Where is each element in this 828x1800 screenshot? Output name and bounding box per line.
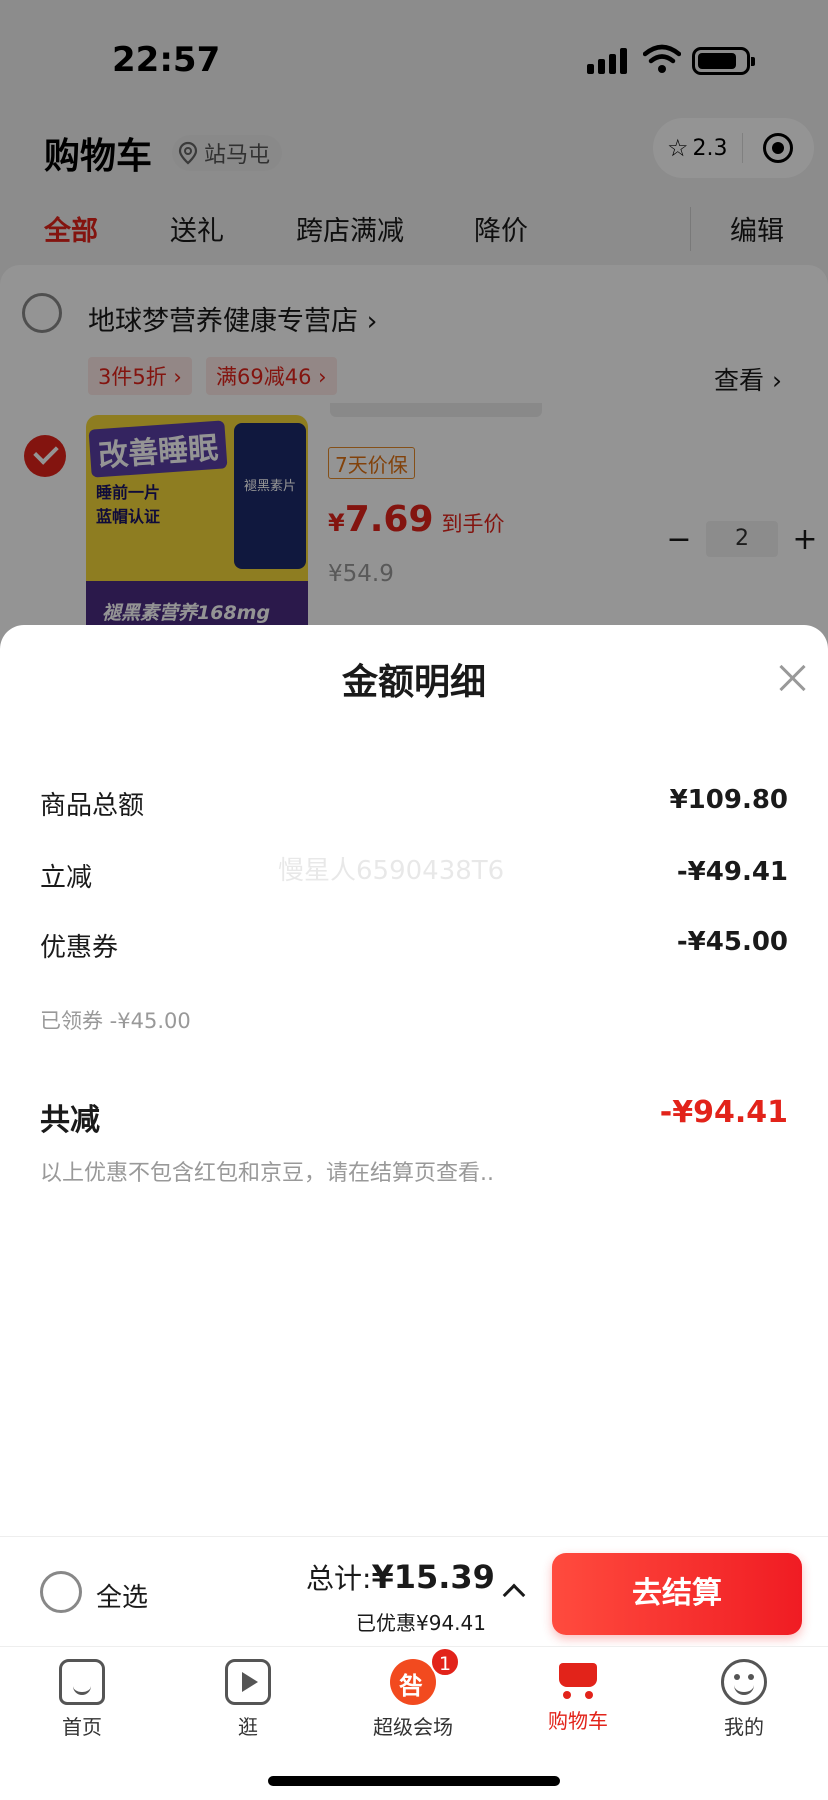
tabbar-item-cart[interactable]: 购物车 [518,1659,638,1734]
sheet-title: 金额明细 [341,662,486,703]
disclaimer-text: 以上优惠不包含红包和京豆，请在结算页查看.. [40,1161,494,1186]
total-price: 总计: ¥15.39 [306,1557,495,1597]
tabbar-label: 超级会场 [373,1715,453,1739]
close-icon[interactable] [776,661,810,695]
total-discount-label: 共减 [40,1103,100,1138]
super-venue-icon [390,1659,436,1705]
coupon-value: -¥45.00 [676,927,788,957]
video-icon [225,1659,271,1705]
instant-discount-value: -¥49.41 [676,857,788,887]
tabbar-item-me[interactable]: 我的 [684,1659,804,1740]
chevron-up-icon[interactable] [502,1583,526,1607]
instant-discount-label: 立减 [40,863,93,893]
saved-amount: 已优惠¥94.41 [356,1611,486,1635]
home-indicator [268,1776,560,1786]
select-all-label[interactable]: 全选 [96,1577,148,1614]
tabbar-label: 购物车 [548,1709,608,1733]
coupon-label: 优惠券 [40,933,119,963]
total-price-label: 总计: [306,1562,372,1595]
checkout-button[interactable]: 去结算 [552,1553,802,1635]
watermark: 慢星人6590438T6 [278,856,505,886]
tabbar-label: 首页 [62,1715,102,1739]
select-all-radio[interactable] [40,1571,82,1613]
notification-badge: 1 [430,1647,460,1677]
coupon-note: 已领券 -¥45.00 [40,1009,191,1033]
tabbar-label: 我的 [724,1715,764,1739]
tabbar-item-home[interactable]: 首页 [22,1659,142,1740]
total-discount-value: -¥94.41 [659,1095,788,1130]
tabbar-label: 逛 [238,1715,258,1739]
profile-icon [721,1659,767,1705]
total-price-value: ¥15.39 [371,1558,495,1596]
tabbar-item-browse[interactable]: 逛 [188,1659,308,1740]
cart-icon [555,1659,601,1699]
checkout-bar: 全选 总计: ¥15.39 已优惠¥94.41 去结算 [0,1536,828,1646]
goods-total-value: ¥109.80 [669,785,788,815]
goods-total-label: 商品总额 [40,791,145,821]
home-icon [59,1659,105,1705]
